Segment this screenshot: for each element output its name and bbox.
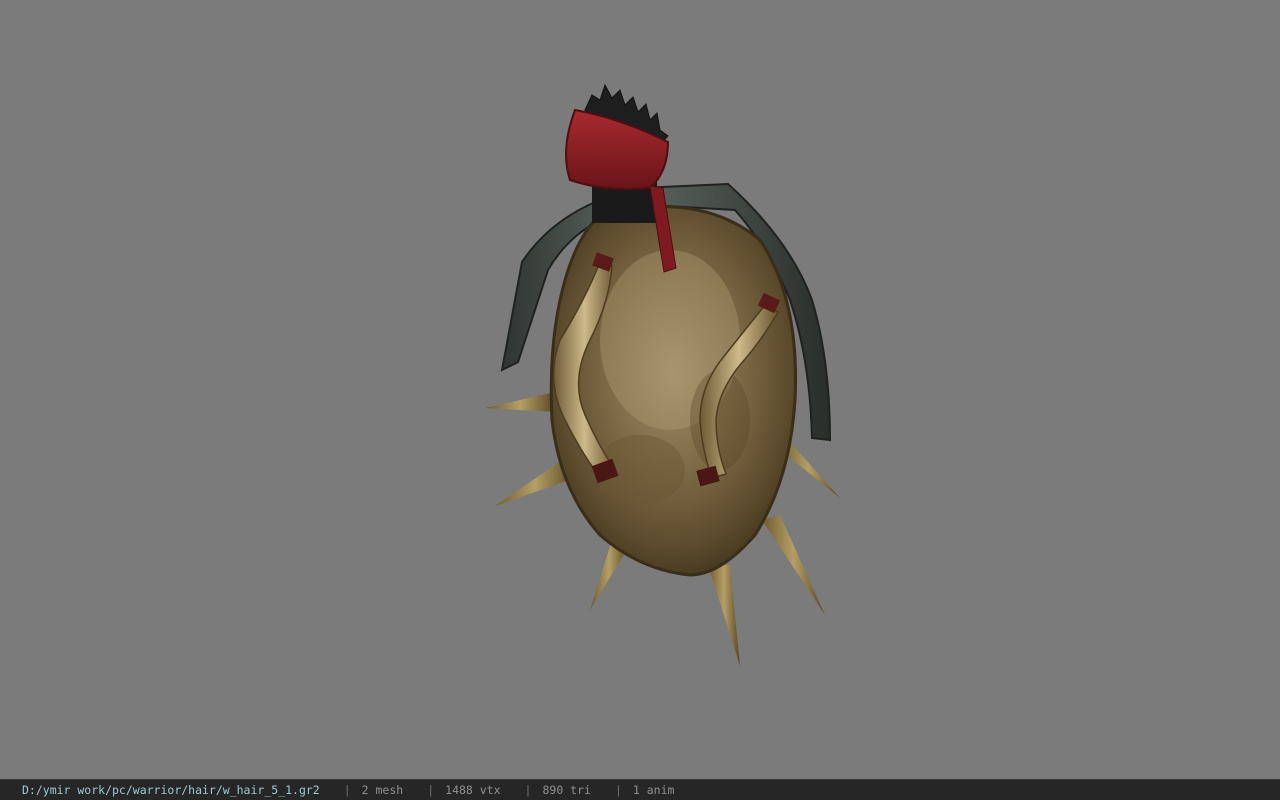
3d-viewport[interactable] <box>0 0 1280 779</box>
separator: | <box>427 783 435 797</box>
separator: | <box>343 783 351 797</box>
mesh-count-label: 2 mesh <box>361 783 404 797</box>
status-bar: D:/ymir work/pc/warrior/hair/w_hair_5_1.… <box>0 779 1280 800</box>
separator: | <box>614 783 622 797</box>
vertex-count-label: 1488 vtx <box>445 783 501 797</box>
file-path-label: D:/ymir work/pc/warrior/hair/w_hair_5_1.… <box>22 783 320 797</box>
triangle-count-label: 890 tri <box>542 783 591 797</box>
spike-left-upper <box>485 392 555 412</box>
separator: | <box>524 783 532 797</box>
model-render[interactable] <box>0 0 1280 779</box>
spike-bottom-center <box>708 565 740 666</box>
spike-bottom-right <box>762 515 825 615</box>
animation-count-label: 1 anim <box>632 783 675 797</box>
